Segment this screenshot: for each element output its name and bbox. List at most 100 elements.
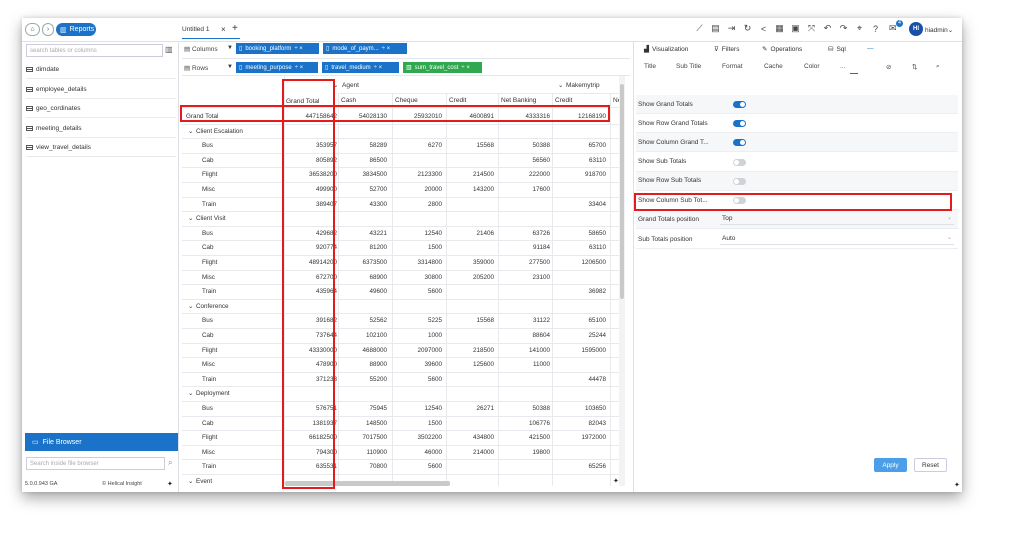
cell-value: 49600	[369, 288, 387, 296]
table-item[interactable]: employee_details	[26, 81, 178, 98]
subtab-color[interactable]: Color	[804, 63, 820, 70]
chart-icon[interactable]: ⟋	[694, 23, 705, 34]
search-icon[interactable]: ⌕	[168, 458, 172, 468]
table-item[interactable]: meeting_details	[26, 120, 178, 137]
subtab-format[interactable]: Format	[722, 63, 743, 70]
toggle-switch[interactable]	[733, 101, 746, 108]
tab-untitled-1[interactable]: Untitled 1	[182, 26, 209, 33]
apply-button[interactable]: Apply	[874, 458, 907, 472]
toggle-switch[interactable]	[733, 197, 746, 204]
tab-filters[interactable]: ⊽ Filters	[714, 45, 739, 54]
undo-icon[interactable]: ↶	[822, 23, 833, 34]
location-icon[interactable]: ⌖	[854, 23, 865, 34]
cell-value: 143200	[472, 186, 494, 193]
avatar[interactable]: HI	[909, 22, 923, 36]
user-menu[interactable]: hiadmin⌄	[925, 26, 953, 34]
grand-totals-position-select[interactable]: Top ⌄	[720, 213, 954, 225]
fullscreen-icon[interactable]: ⤧	[806, 23, 817, 34]
pin-icon[interactable]: ✦	[613, 477, 619, 485]
columns-zone-label: ▤ Columns	[184, 46, 218, 53]
grand-total-value: 435964	[315, 288, 337, 296]
toggle-switch[interactable]	[733, 120, 746, 128]
table-item[interactable]: geo_cordinates	[26, 100, 178, 117]
help-icon[interactable]: ?	[870, 23, 881, 34]
row-label: Flight	[202, 259, 218, 266]
redo-icon[interactable]: ↷	[838, 23, 849, 34]
subtab-cache[interactable]: Cache	[764, 63, 783, 70]
table-name: geo_cordinates	[36, 105, 81, 112]
cell-value: 11000	[532, 361, 550, 369]
tab-sql[interactable]: ⛁ Sql	[828, 45, 846, 54]
grand-total-value: 794300	[315, 448, 337, 456]
row-chip-meeting-purpose[interactable]: ▯ meeting_purpose ÷ ×	[236, 62, 318, 73]
toggle-switch[interactable]	[733, 158, 746, 166]
rows-label: Rows	[191, 65, 209, 72]
row-label: Cab	[202, 419, 214, 427]
subtab-more[interactable]: ...	[840, 63, 845, 70]
tab-visualization[interactable]: ▟ Visualization	[644, 45, 688, 54]
home-icon[interactable]: ⌂	[25, 23, 40, 36]
table-search-input[interactable]: search tables or columns	[26, 44, 163, 57]
add-tab-icon[interactable]: +	[232, 23, 238, 34]
grand-total-value: 635531	[315, 463, 337, 471]
toggle-switch[interactable]	[733, 139, 746, 147]
chevron-down-icon: ⌄	[946, 235, 952, 241]
group-row-conference[interactable]: ⌄	[188, 303, 193, 310]
table-item[interactable]: view_travel_details	[26, 139, 178, 156]
table-item[interactable]: dimdate	[26, 61, 178, 78]
tab-operations[interactable]: ✎ Operations	[762, 45, 802, 54]
column-chip-booking-platform[interactable]: ▯ booking_platform ÷ ×	[236, 43, 319, 54]
cell-value: 20000	[424, 186, 442, 193]
group-row-event[interactable]: ⌄	[188, 478, 193, 485]
filter-icon: ⊽	[714, 46, 719, 53]
group-row-deployment[interactable]: ⌄	[188, 390, 193, 397]
help-icon[interactable]: ⊘	[886, 63, 891, 71]
subtab-subtitle[interactable]: Sub Title	[676, 63, 701, 70]
grid-view-icon[interactable]: ▥	[165, 45, 173, 54]
export-icon[interactable]: ⇥	[726, 23, 737, 34]
pin-icon[interactable]: ✦	[167, 480, 173, 488]
refresh-icon[interactable]: ↻	[742, 23, 753, 34]
reports-breadcrumb[interactable]: ▥ Reports	[56, 23, 96, 36]
sub-totals-position-select[interactable]: Auto ⌄	[720, 233, 954, 245]
column-chip-mode-of-payment[interactable]: ▯ mode_of_paym... ÷ ×	[323, 43, 407, 54]
breadcrumb-chevron-icon[interactable]: ›	[42, 23, 54, 36]
vertical-scroll-thumb[interactable]	[620, 84, 624, 299]
file-search-input[interactable]: Search inside file browser	[26, 457, 165, 470]
cell-value: 125600	[472, 361, 494, 369]
setting-row: Show Grand Totals	[636, 95, 958, 114]
cell-value: 214000	[472, 448, 494, 456]
database-icon: ⛁	[828, 46, 834, 53]
reset-button[interactable]: Reset	[914, 458, 947, 472]
cell-value: 63110	[588, 244, 606, 252]
grid-icon[interactable]: ▦	[774, 23, 785, 34]
horizontal-scroll-thumb[interactable]	[285, 481, 450, 486]
cell-value: 6270	[427, 142, 442, 150]
file-browser-button[interactable]: ▭ File Browser	[25, 433, 178, 451]
view-icon[interactable]: ▣	[790, 23, 801, 34]
tab-more[interactable]: —	[867, 45, 874, 52]
subtab-title[interactable]: Title	[644, 63, 656, 70]
save-icon[interactable]: ▤	[710, 23, 721, 34]
measure-chip-sum-travel-cost[interactable]: ▥ sum_travel_cost ÷ ×	[403, 62, 482, 73]
share-icon[interactable]: <	[758, 23, 769, 34]
toggle-switch[interactable]	[733, 177, 746, 185]
tab-close-icon[interactable]: ×	[221, 25, 226, 34]
cell-value: 43221	[369, 229, 387, 237]
cell-value: 5600	[427, 463, 442, 471]
pin-icon[interactable]: ✦	[954, 481, 960, 489]
sort-icon[interactable]: ⇅	[912, 63, 917, 71]
group-row-client-visit[interactable]: ⌄	[188, 215, 193, 222]
cell-value: 36982	[588, 288, 606, 296]
group-row-client-escalation[interactable]: ⌄	[188, 128, 193, 135]
grand-total-value: 36538200	[308, 171, 337, 179]
columns-dropdown-icon[interactable]: ▼	[227, 45, 233, 51]
collapse-icon[interactable]: ⌄	[333, 81, 338, 89]
collapse-icon[interactable]: ⌄	[558, 81, 563, 89]
row-label: Flight	[202, 171, 218, 179]
search-icon[interactable]: ⌕	[936, 63, 940, 71]
row-chip-travel-medium[interactable]: ▯ travel_medium ÷ ×	[322, 62, 399, 73]
cell-value: 63110	[588, 156, 606, 164]
table-name: view_travel_details	[36, 144, 91, 151]
rows-dropdown-icon[interactable]: ▼	[227, 64, 233, 70]
